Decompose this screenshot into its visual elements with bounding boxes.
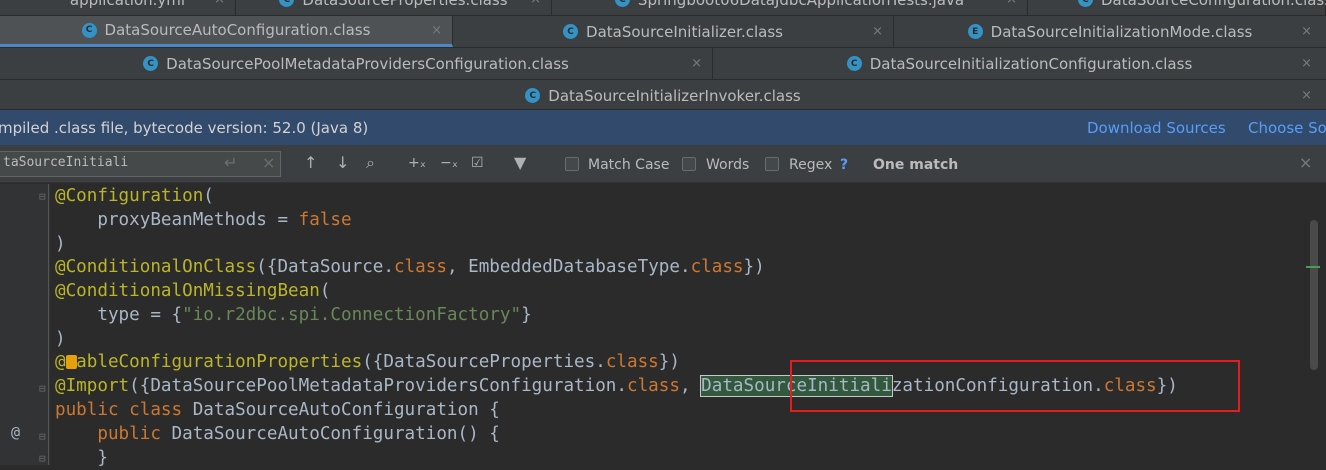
tab-application-yml[interactable]: application.yml × (0, 0, 236, 15)
clear-search-icon[interactable]: × (262, 153, 275, 173)
code-line: public class DataSourceAutoConfiguration… (55, 400, 500, 420)
close-icon[interactable]: × (214, 0, 225, 7)
previous-occurrence-icon[interactable]: ↑ (304, 153, 317, 173)
add-selection-next-icon[interactable]: +ₓ (408, 153, 426, 173)
code-editor[interactable]: ⊟ ⊟ ⊟ ⊟ @ @Configuration( proxyBeanMetho… (0, 184, 1326, 468)
fold-icon[interactable]: ⊟ (39, 430, 46, 443)
class-file-icon: C (525, 88, 541, 103)
code-line: @nableConfigurationProperties({DataSourc… (55, 352, 680, 372)
class-file-icon: C (614, 0, 630, 7)
close-find-icon[interactable]: × (1299, 153, 1312, 172)
close-icon[interactable]: × (1301, 24, 1312, 39)
class-file-icon: C (143, 56, 159, 71)
close-icon[interactable]: × (1006, 0, 1017, 7)
tab-row-3: C DataSourceInitializerInvoker.class × (0, 80, 1326, 110)
editor-scrollbar[interactable] (1310, 220, 1318, 370)
find-in-path-icon[interactable]: ⌕ (366, 153, 375, 173)
tab-row-0: application.yml × C DataSourceProperties… (0, 0, 1326, 16)
match-case-checkbox[interactable] (565, 157, 579, 171)
next-occurrence-icon[interactable]: ↓ (336, 153, 349, 173)
tab-row-1: C DataSourceAutoConfiguration.class × C … (0, 16, 1326, 48)
scroll-match-marker (1306, 266, 1320, 268)
close-icon[interactable]: × (1301, 88, 1312, 103)
decompiled-notification-bar: mpiled .class file, bytecode version: 52… (0, 110, 1326, 145)
override-marker-icon[interactable]: @ (11, 423, 20, 441)
match-count: One match (873, 157, 959, 173)
words-label: Words (706, 157, 750, 173)
tab-application-tests[interactable]: C Springboot06DataJdbcApplicationTests.j… (552, 0, 1028, 15)
class-file-icon: C (279, 0, 295, 7)
tab-datasource-initialization-configuration[interactable]: C DataSourceInitializationConfiguration.… (713, 48, 1326, 79)
intention-bulb-icon[interactable] (66, 355, 77, 369)
close-icon[interactable]: × (691, 56, 702, 71)
tab-row-2: C DataSourcePoolMetadataProvidersConfigu… (0, 48, 1326, 80)
tab-datasource-configuration[interactable]: C DataSourceConfiguration.class (1028, 0, 1326, 15)
filter-icon[interactable]: ▼ (514, 153, 526, 173)
tab-datasource-autoconfiguration[interactable]: C DataSourceAutoConfiguration.class × (0, 16, 453, 47)
close-icon[interactable]: × (431, 23, 442, 38)
download-sources-link[interactable]: Download Sources (1087, 119, 1226, 137)
code-line: } (55, 448, 108, 468)
select-all-occurrences-icon[interactable]: ☑ (471, 153, 484, 173)
gutter-divider (48, 184, 49, 465)
notification-text: mpiled .class file, bytecode version: 52… (0, 118, 369, 137)
red-annotation-box (790, 360, 1240, 412)
find-bar: taSourceInitiali ↵ × ↑ ↓ ⌕ +ₓ −ₓ ☑ ▼ Mat… (0, 145, 1326, 183)
match-case-label: Match Case (588, 157, 670, 173)
code-line: @Configuration( (55, 186, 214, 206)
search-input[interactable]: taSourceInitiali (0, 151, 281, 177)
regex-help-icon[interactable]: ? (840, 157, 848, 173)
fold-icon[interactable]: ⊟ (39, 452, 46, 465)
class-file-icon: C (81, 22, 97, 38)
code-line: ) (55, 329, 66, 349)
tab-datasource-initialization-mode[interactable]: E DataSourceInitializationMode.class × (894, 16, 1326, 47)
fold-icon[interactable]: ⊟ (39, 382, 46, 395)
code-line: @ConditionalOnClass({DataSource.class, E… (55, 257, 765, 277)
code-line: proxyBeanMethods = false (55, 210, 352, 230)
unselect-occurrence-icon[interactable]: −ₓ (440, 153, 458, 173)
fold-icon[interactable]: ⊟ (39, 190, 46, 203)
enum-file-icon: E (967, 24, 983, 39)
choose-sources-link[interactable]: Choose So (1248, 119, 1326, 137)
tab-pool-metadata-providers-configuration[interactable]: C DataSourcePoolMetadataProvidersConfigu… (0, 48, 713, 79)
close-icon[interactable]: × (872, 24, 883, 39)
code-line: public DataSourceAutoConfiguration() { (55, 424, 500, 444)
code-line: ) (55, 234, 66, 254)
class-file-icon: C (563, 24, 579, 39)
code-line: @ConditionalOnMissingBean( (55, 281, 331, 301)
tab-datasource-initializer[interactable]: C DataSourceInitializer.class × (453, 16, 894, 47)
close-icon[interactable]: × (1301, 56, 1312, 71)
class-file-icon: C (1078, 0, 1093, 7)
words-checkbox[interactable] (682, 157, 696, 171)
regex-label: Regex (789, 157, 833, 173)
editor-gutter (0, 184, 50, 465)
tab-datasource-initializer-invoker[interactable]: C DataSourceInitializerInvoker.class × (0, 80, 1326, 111)
close-icon[interactable]: × (530, 0, 541, 7)
enter-icon[interactable]: ↵ (224, 153, 237, 173)
class-file-icon: C (846, 56, 862, 71)
tab-datasource-properties[interactable]: C DataSourceProperties.class × (236, 0, 552, 15)
regex-checkbox[interactable] (765, 157, 779, 171)
code-line: type = {"io.r2dbc.spi.ConnectionFactory"… (55, 305, 532, 325)
